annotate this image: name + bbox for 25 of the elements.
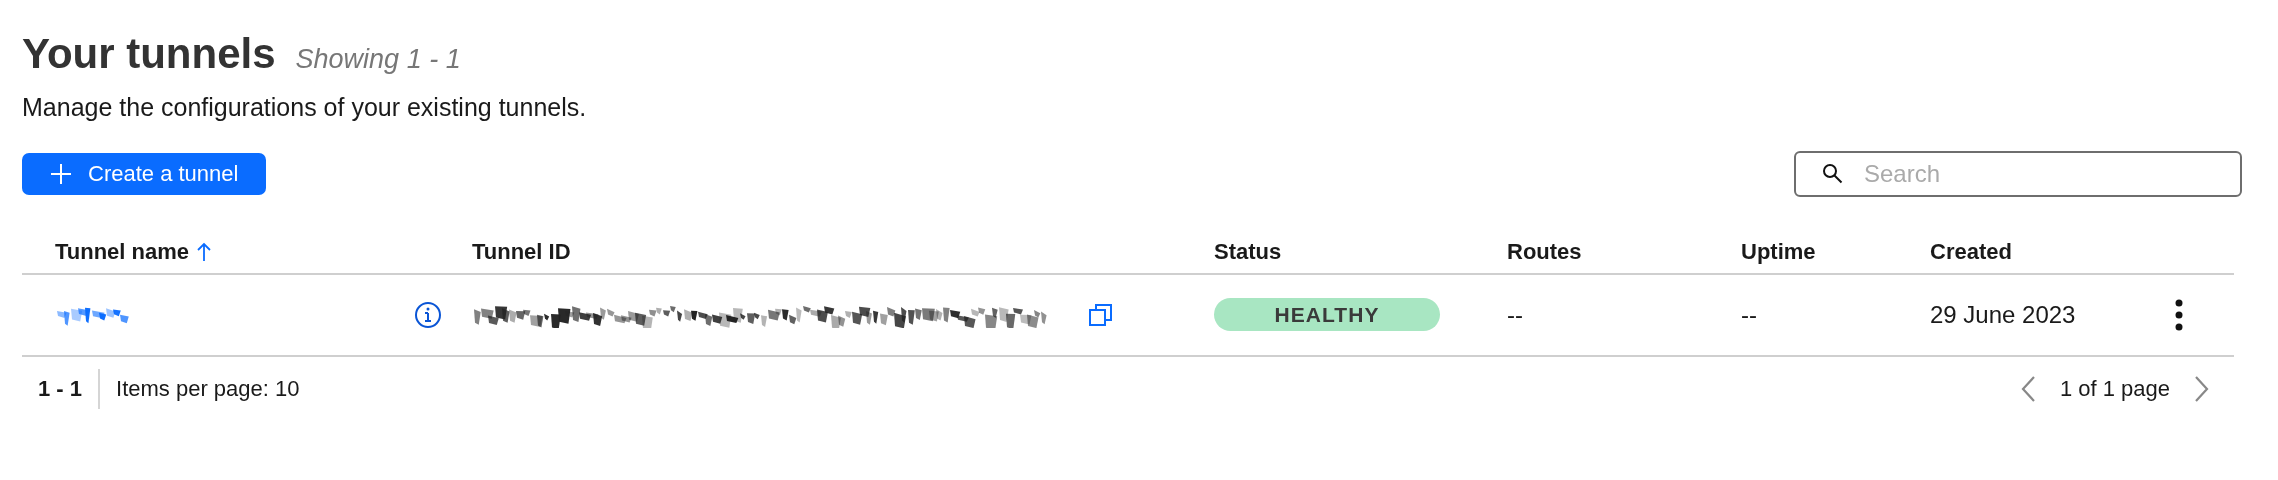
item-range: 1 - 1: [38, 368, 101, 409]
search-icon: [1822, 162, 1844, 185]
page-description: Manage the configurations of your existing tunnels.: [22, 92, 588, 123]
column-header[interactable]: Tunnel name: [55, 235, 190, 268]
column-header[interactable]: Created: [1930, 235, 2012, 268]
items-per-page[interactable]: Items per page: 10: [100, 372, 300, 405]
status-badge: HEALTHY: [1214, 298, 1440, 331]
create-tunnel-button[interactable]: Create a tunnel: [22, 152, 267, 195]
created-date: 29 June 2023: [1930, 299, 2077, 330]
routes-cell-text: --: [1507, 299, 1524, 330]
more-options-icon[interactable]: [2174, 298, 2184, 331]
column-header[interactable]: Tunnel ID: [472, 235, 571, 268]
column-header[interactable]: Status: [1214, 235, 1282, 268]
search-field[interactable]: Search: [1794, 150, 2242, 197]
uptime-cell-text: --: [1741, 299, 1758, 330]
chevron-left-icon[interactable]: [2019, 374, 2036, 403]
copy-icon[interactable]: [1088, 301, 1114, 328]
column-header[interactable]: Routes: [1507, 235, 1582, 268]
plus-icon: [50, 162, 72, 185]
chevron-right-icon[interactable]: [2194, 374, 2210, 403]
column-header[interactable]: Uptime: [1741, 235, 1816, 268]
result-count: Showing 1 - 1: [295, 43, 461, 76]
page-indicator: 1 of 1 page: [2059, 375, 2170, 403]
info-icon[interactable]: [414, 300, 442, 329]
page-title: Your tunnels: [22, 29, 276, 79]
